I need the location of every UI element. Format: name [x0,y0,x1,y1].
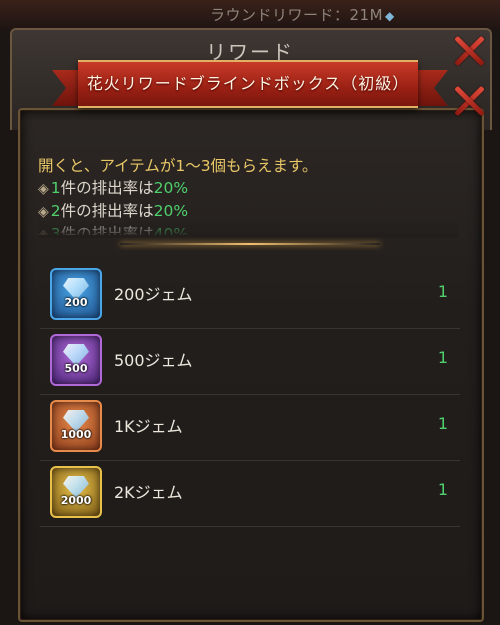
gem-amount-badge: 500 [64,362,88,375]
reward-row: 2000 2Kジェム 1 [40,460,460,527]
scroll-fade [38,218,458,238]
reward-quantity: 1 [437,348,448,367]
reward-quantity: 1 [437,414,448,433]
reward-row: 200 200ジェム 1 [40,262,460,329]
reward-row: 500 500ジェム 1 [40,328,460,395]
gem-amount-badge: 200 [64,296,88,309]
reward-quantity: 1 [437,480,448,499]
rate-line: ◈ 1件の排出率は20% [38,177,458,200]
close-dialog-button[interactable] [452,84,486,118]
gem-pack-icon[interactable]: 2000 [50,466,102,518]
gem-amount-badge: 2000 [60,494,92,507]
gem-icon: ◆ [385,9,395,23]
dialog-title: 花火リワードブラインドボックス（初級） [86,74,410,93]
round-reward-text: ラウンドリワード：21M [210,6,384,24]
reward-name: 2Kジェム [114,483,183,502]
close-back-panel-button[interactable] [452,34,486,68]
glow-separator [120,243,380,245]
diamond-bullet-icon: ◈ [38,181,49,197]
rate-percent: 20% [153,179,189,197]
gem-pack-icon[interactable]: 1000 [50,400,102,452]
rate-count: 1 [50,179,61,197]
reward-name: 200ジェム [114,285,193,304]
reward-row: 1000 1Kジェム 1 [40,394,460,461]
reward-name: 1Kジェム [114,417,183,436]
round-reward-label: ラウンドリワード：21M ◆ [210,4,395,25]
gem-amount-badge: 1000 [60,428,92,441]
reward-quantity: 1 [437,282,448,301]
description-text: 開くと、アイテムが1～3個もらえます。 [38,157,318,175]
gem-pack-icon[interactable]: 200 [50,268,102,320]
rate-text: 件の排出率は [60,179,154,197]
reward-name: 500ジェム [114,351,193,370]
gem-pack-icon[interactable]: 500 [50,334,102,386]
